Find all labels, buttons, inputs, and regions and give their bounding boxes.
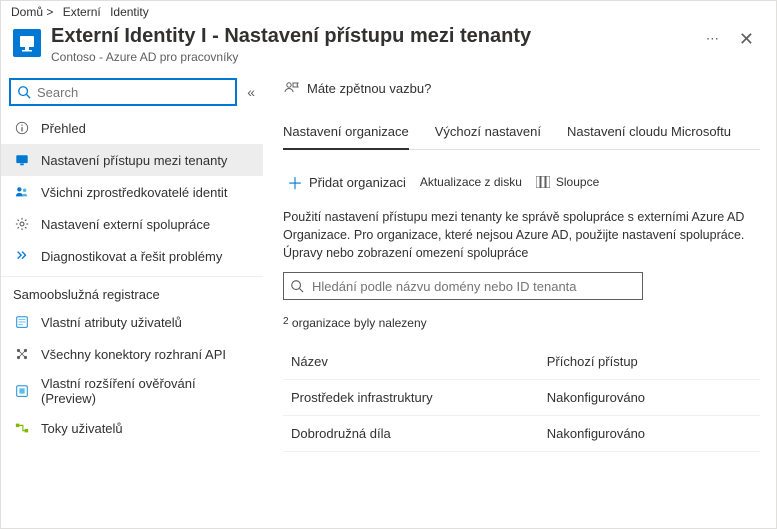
sidebar-item-label: Všichni zprostředkovatelé identit [41,185,227,200]
sidebar: « Přehled Nastavení přístupu mezi tenant… [1,74,263,523]
tab-org-settings[interactable]: Nastavení organizace [283,118,409,149]
sidebar-item-overview[interactable]: Přehled [1,112,263,144]
sidebar-item-custom-auth[interactable]: Vlastní rozšíření ověřování (Preview) [1,370,263,412]
sidebar-search-input[interactable] [37,85,229,100]
tab-default-settings[interactable]: Výchozí nastavení [435,118,541,149]
sidebar-item-label: Přehled [41,121,86,136]
people-icon [13,185,31,199]
columns-icon [536,176,550,188]
close-button[interactable]: ✕ [729,25,764,54]
search-icon [17,85,31,99]
table-row[interactable]: Prostředek infrastruktury Nakonfigurován… [283,380,760,416]
domain-search[interactable] [283,272,643,300]
cell-name: Dobrodružná díla [291,426,547,441]
info-icon [13,121,31,135]
breadcrumb: Domů > Externí Identity [1,1,776,21]
sidebar-item-external-collab[interactable]: Nastavení externí spolupráce [1,208,263,240]
domain-search-input[interactable] [312,279,636,294]
monitor-icon [13,153,31,167]
sidebar-item-label: Vlastní rozšíření ověřování (Preview) [41,376,253,406]
search-icon [290,279,304,293]
extension-icon [13,384,31,398]
sidebar-item-label: Vlastní atributy uživatelů [41,315,182,330]
sidebar-item-user-flows[interactable]: Toky uživatelů [1,412,263,444]
col-header-name[interactable]: Název [291,354,547,369]
page-subtitle: Contoso - Azure AD pro pracovníky [51,50,696,64]
breadcrumb-identity[interactable]: Identity [110,5,149,19]
plus-icon: ＋ [287,170,303,194]
add-organization-button[interactable]: ＋ Přidat organizaci [283,166,410,198]
sidebar-item-label: Nastavení přístupu mezi tenanty [41,153,227,168]
breadcrumb-external[interactable]: Externí [63,5,101,19]
refresh-button[interactable]: Aktualizace z disku [416,171,526,193]
table-header: Název Příchozí přístup [283,344,760,380]
sidebar-item-label: Diagnostikovat a řešit problémy [41,249,222,264]
tab-ms-cloud-settings[interactable]: Nastavení cloudu Microsoftu [567,118,731,149]
cell-inbound: Nakonfigurováno [547,390,756,405]
cell-name: Prostředek infrastruktury [291,390,547,405]
feedback-label: Máte zpětnou vazbu? [307,81,431,96]
sidebar-item-cross-tenant[interactable]: Nastavení přístupu mezi tenanty [1,144,263,176]
cell-inbound: Nakonfigurováno [547,426,756,441]
flow-icon [13,421,31,435]
feedback-link[interactable]: Máte zpětnou vazbu? [283,80,760,96]
columns-label: Sloupce [556,175,599,189]
gear-icon [13,217,31,231]
form-icon [13,315,31,329]
page-header: Externí Identity I - Nastavení přístupu … [1,21,776,74]
sidebar-search[interactable] [9,78,237,106]
count-text: organizace byly nalezeny [289,316,427,330]
sidebar-item-api-connectors[interactable]: Všechny konektory rozhraní API [1,338,263,370]
results-count: 2 organizace byly nalezeny [283,316,760,330]
collapse-sidebar-button[interactable]: « [247,84,255,100]
sidebar-item-label: Toky uživatelů [41,421,123,436]
sidebar-item-label: Všechny konektory rozhraní API [41,347,226,362]
refresh-label: Aktualizace z disku [420,175,522,189]
description-text: Použití nastavení přístupu mezi tenanty … [283,208,760,262]
sidebar-item-custom-attrs[interactable]: Vlastní atributy uživatelů [1,306,263,338]
sidebar-item-label: Nastavení externí spolupráce [41,217,210,232]
sidebar-item-all-idp[interactable]: Všichni zprostředkovatelé identit [1,176,263,208]
col-header-inbound[interactable]: Příchozí přístup [547,354,756,369]
feedback-icon [283,80,299,96]
page-title: Externí Identity I - Nastavení přístupu … [51,25,696,48]
service-icon [13,29,41,57]
diagnose-icon [13,249,31,263]
add-org-label: Přidat organizaci [309,175,406,190]
breadcrumb-home[interactable]: Domů > [11,5,53,19]
columns-button[interactable]: Sloupce [532,171,603,193]
more-actions-button[interactable]: ⋯ [696,25,729,53]
sidebar-item-diagnose[interactable]: Diagnostikovat a řešit problémy [1,240,263,272]
toolbar: ＋ Přidat organizaci Aktualizace z disku … [283,166,760,198]
table-row[interactable]: Dobrodružná díla Nakonfigurováno [283,416,760,452]
main-content: Máte zpětnou vazbu? Nastavení organizace… [263,74,776,523]
tabs: Nastavení organizace Výchozí nastavení N… [283,118,760,150]
sidebar-section-self-service: Samoobslužná registrace [1,276,263,306]
connector-icon [13,347,31,361]
